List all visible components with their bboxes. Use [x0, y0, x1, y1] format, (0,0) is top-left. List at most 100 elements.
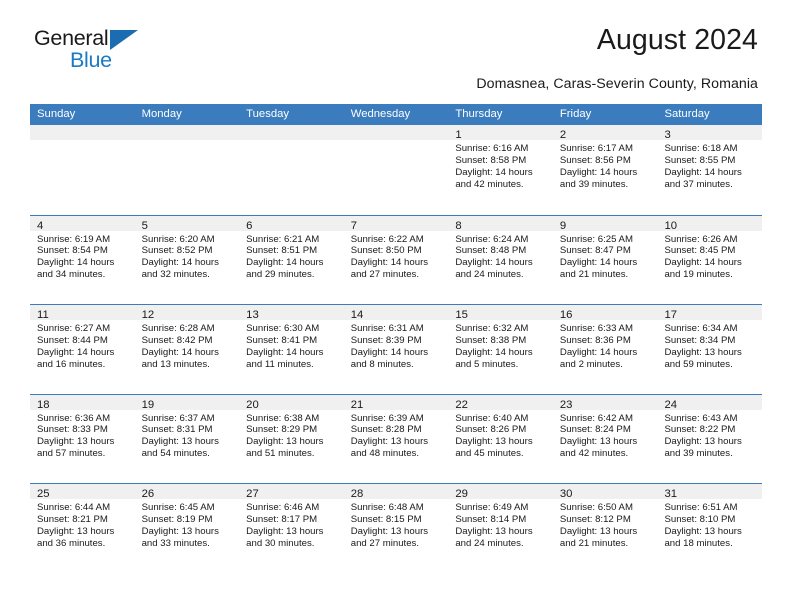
- day-number: 3: [664, 129, 671, 141]
- day-sun-info: Sunrise: 6:28 AM Sunset: 8:42 PM Daylight:…: [135, 320, 240, 371]
- calendar-day-cell[interactable]: 28 Sunrise: 6:48 AM Sunset: 8:15 PM Dayligh…: [343, 484, 449, 573]
- calendar-day-cell[interactable]: 22 Sunrise: 6:40 AM Sunset: 8:26 PM Dayligh…: [448, 394, 553, 483]
- daylight-text: Daylight: 14 hours and 2 minutes.: [559, 346, 638, 370]
- day-sun-info: Sunrise: 6:16 AM Sunset: 8:58 PM Daylight:…: [448, 140, 553, 191]
- daylight-text: Daylight: 13 hours and 30 minutes.: [246, 525, 324, 549]
- calendar-day-cell[interactable]: 23 Sunrise: 6:42 AM Sunset: 8:24 PM Dayligh…: [552, 394, 658, 483]
- day-sun-info: Sunrise: 6:45 AM Sunset: 8:19 PM Daylight:…: [135, 499, 240, 550]
- sunrise-text: Sunrise: 6:43 AM: [664, 412, 738, 424]
- calendar-day-cell[interactable]: 21 Sunrise: 6:39 AM Sunset: 8:28 PM Dayligh…: [343, 394, 449, 483]
- calendar-day-cell[interactable]: 13 Sunrise: 6:30 AM Sunset: 8:41 PM Dayligh…: [239, 305, 344, 394]
- calendar-day-cell[interactable]: 1 Sunrise: 6:16 AM Sunset: 8:58 PM Daylight…: [448, 125, 553, 215]
- calendar-day-cell[interactable]: 11 Sunrise: 6:27 AM Sunset: 8:44 PM Dayligh…: [30, 305, 135, 394]
- day-sun-info: Sunrise: 6:22 AM Sunset: 8:50 PM Daylight:…: [344, 231, 449, 282]
- calendar-day-cell[interactable]: 6 Sunrise: 6:21 AM Sunset: 8:51 PM Daylight…: [239, 215, 344, 304]
- calendar-day-cell-empty: [239, 125, 344, 215]
- daylight-text: Daylight: 14 hours and 29 minutes.: [246, 257, 324, 281]
- sunset-text: Sunset: 8:36 PM: [559, 334, 631, 346]
- calendar-day-cell[interactable]: 7 Sunrise: 6:22 AM Sunset: 8:50 PM Daylight…: [343, 215, 449, 304]
- day-number: 7: [350, 219, 358, 232]
- calendar-day-cell[interactable]: 26 Sunrise: 6:45 AM Sunset: 8:19 PM Dayligh…: [134, 484, 240, 573]
- calendar-day-cell[interactable]: 27 Sunrise: 6:46 AM Sunset: 8:17 PM Dayligh…: [239, 484, 344, 573]
- daylight-text: Daylight: 13 hours and 48 minutes.: [350, 436, 429, 460]
- day-number-band: 10: [657, 215, 763, 232]
- calendar-day-cell[interactable]: 10 Sunrise: 6:26 AM Sunset: 8:45 PM Dayligh…: [657, 215, 763, 304]
- calendar-day-cell[interactable]: 25 Sunrise: 6:44 AM Sunset: 8:21 PM Dayligh…: [30, 484, 135, 573]
- day-number-band: 20: [239, 394, 344, 411]
- calendar-day-cell[interactable]: 16 Sunrise: 6:33 AM Sunset: 8:36 PM Dayligh…: [552, 305, 658, 394]
- calendar-week-row: 25 Sunrise: 6:44 AM Sunset: 8:21 PM Dayligh…: [30, 483, 763, 573]
- calendar-day-cell-empty: [30, 125, 135, 215]
- calendar-day-cell[interactable]: 31 Sunrise: 6:51 AM Sunset: 8:10 PM Dayligh…: [657, 484, 763, 573]
- calendar-day-cell-empty: [134, 125, 240, 215]
- daylight-text: Daylight: 14 hours and 21 minutes.: [559, 257, 638, 281]
- calendar-day-cell[interactable]: 29 Sunrise: 6:49 AM Sunset: 8:14 PM Dayligh…: [448, 484, 553, 573]
- daylight-text: Daylight: 14 hours and 13 minutes.: [141, 346, 219, 370]
- day-number-band: 3: [657, 125, 763, 141]
- day-number: 15: [455, 309, 468, 321]
- day-number-band: 30: [552, 484, 658, 500]
- day-sun-info: Sunrise: 6:37 AM Sunset: 8:31 PM Daylight:…: [135, 410, 240, 461]
- sunset-text: Sunset: 8:50 PM: [350, 245, 422, 257]
- sunset-text: Sunset: 8:47 PM: [559, 245, 631, 257]
- calendar-day-cell[interactable]: 24 Sunrise: 6:43 AM Sunset: 8:22 PM Dayligh…: [657, 394, 763, 483]
- sunrise-text: Sunrise: 6:34 AM: [664, 323, 738, 334]
- day-number: 30: [559, 488, 573, 500]
- logo-text-blue: Blue: [70, 48, 112, 72]
- day-number-band: 17: [657, 305, 763, 321]
- calendar-day-cell[interactable]: 19 Sunrise: 6:37 AM Sunset: 8:31 PM Dayligh…: [134, 394, 240, 483]
- sunrise-text: Sunrise: 6:42 AM: [559, 412, 633, 424]
- daylight-text: Daylight: 14 hours and 32 minutes.: [141, 257, 219, 281]
- day-number-band: 14: [343, 305, 449, 321]
- day-sun-info: Sunrise: 6:43 AM Sunset: 8:22 PM Daylight:…: [657, 410, 762, 461]
- day-number-band: 19: [134, 394, 240, 411]
- calendar-day-cell[interactable]: 20 Sunrise: 6:38 AM Sunset: 8:29 PM Dayligh…: [239, 394, 344, 483]
- calendar-day-cell[interactable]: 17 Sunrise: 6:34 AM Sunset: 8:34 PM Dayligh…: [657, 305, 763, 394]
- sunset-text: Sunset: 8:39 PM: [350, 334, 422, 346]
- sunset-text: Sunset: 8:17 PM: [246, 513, 318, 525]
- day-sun-info: Sunrise: 6:31 AM Sunset: 8:39 PM Daylight:…: [344, 320, 449, 371]
- sunset-text: Sunset: 8:56 PM: [559, 154, 631, 166]
- daylight-text: Daylight: 14 hours and 24 minutes.: [455, 257, 533, 281]
- sunrise-text: Sunrise: 6:16 AM: [455, 143, 529, 154]
- calendar-day-cell[interactable]: 30 Sunrise: 6:50 AM Sunset: 8:12 PM Dayligh…: [552, 484, 658, 573]
- day-number-band: 8: [448, 215, 553, 232]
- daylight-text: Daylight: 14 hours and 11 minutes.: [246, 346, 324, 370]
- calendar-day-cell[interactable]: 3 Sunrise: 6:18 AM Sunset: 8:55 PM Daylight…: [657, 125, 763, 215]
- calendar-day-cell[interactable]: 18 Sunrise: 6:36 AM Sunset: 8:33 PM Dayligh…: [30, 394, 135, 483]
- day-number: 29: [455, 488, 468, 500]
- sunset-text: Sunset: 8:45 PM: [664, 245, 736, 257]
- sunrise-text: Sunrise: 6:22 AM: [350, 233, 424, 245]
- sunset-text: Sunset: 8:58 PM: [455, 154, 527, 166]
- day-sun-info: Sunrise: 6:26 AM Sunset: 8:45 PM Daylight:…: [657, 231, 762, 282]
- day-number: 10: [664, 219, 678, 232]
- day-of-week-header: Friday: [559, 108, 592, 120]
- daylight-text: Daylight: 13 hours and 21 minutes.: [559, 525, 638, 549]
- page-header: General Blue August 2024 Domasnea, Caras…: [30, 0, 762, 92]
- generalblue-logo[interactable]: General Blue: [34, 26, 164, 76]
- daylight-text: Daylight: 14 hours and 16 minutes.: [37, 346, 115, 370]
- day-number-band: 27: [239, 484, 344, 500]
- calendar-day-cell[interactable]: 14 Sunrise: 6:31 AM Sunset: 8:39 PM Dayligh…: [343, 305, 449, 394]
- calendar-day-cell[interactable]: 15 Sunrise: 6:32 AM Sunset: 8:38 PM Dayligh…: [448, 305, 553, 394]
- calendar-day-cell[interactable]: 12 Sunrise: 6:28 AM Sunset: 8:42 PM Dayligh…: [134, 305, 240, 394]
- sunset-text: Sunset: 8:52 PM: [141, 245, 213, 257]
- calendar-day-cell[interactable]: 8 Sunrise: 6:24 AM Sunset: 8:48 PM Daylight…: [448, 215, 553, 304]
- sunrise-text: Sunrise: 6:21 AM: [246, 233, 320, 245]
- sunrise-text: Sunrise: 6:39 AM: [350, 412, 424, 424]
- day-number: 26: [141, 488, 155, 500]
- calendar-day-cell[interactable]: 4 Sunrise: 6:19 AM Sunset: 8:54 PM Daylight…: [30, 215, 135, 304]
- daylight-text: Daylight: 13 hours and 24 minutes.: [455, 525, 533, 549]
- day-of-week-header: Wednesday: [350, 108, 411, 120]
- daylight-text: Daylight: 14 hours and 8 minutes.: [350, 346, 429, 370]
- daylight-text: Daylight: 13 hours and 18 minutes.: [664, 525, 742, 549]
- day-number: 28: [350, 488, 364, 500]
- day-number: 16: [559, 309, 573, 321]
- day-number: 19: [141, 398, 155, 411]
- calendar-day-cell[interactable]: 2 Sunrise: 6:17 AM Sunset: 8:56 PM Daylight…: [552, 125, 658, 215]
- calendar-day-cell[interactable]: 9 Sunrise: 6:25 AM Sunset: 8:47 PM Daylight…: [552, 215, 658, 304]
- calendar-day-cell[interactable]: 5 Sunrise: 6:20 AM Sunset: 8:52 PM Daylight…: [134, 215, 240, 304]
- day-number: 27: [246, 488, 259, 500]
- sunset-text: Sunset: 8:14 PM: [455, 513, 527, 525]
- sunrise-text: Sunrise: 6:18 AM: [664, 143, 738, 154]
